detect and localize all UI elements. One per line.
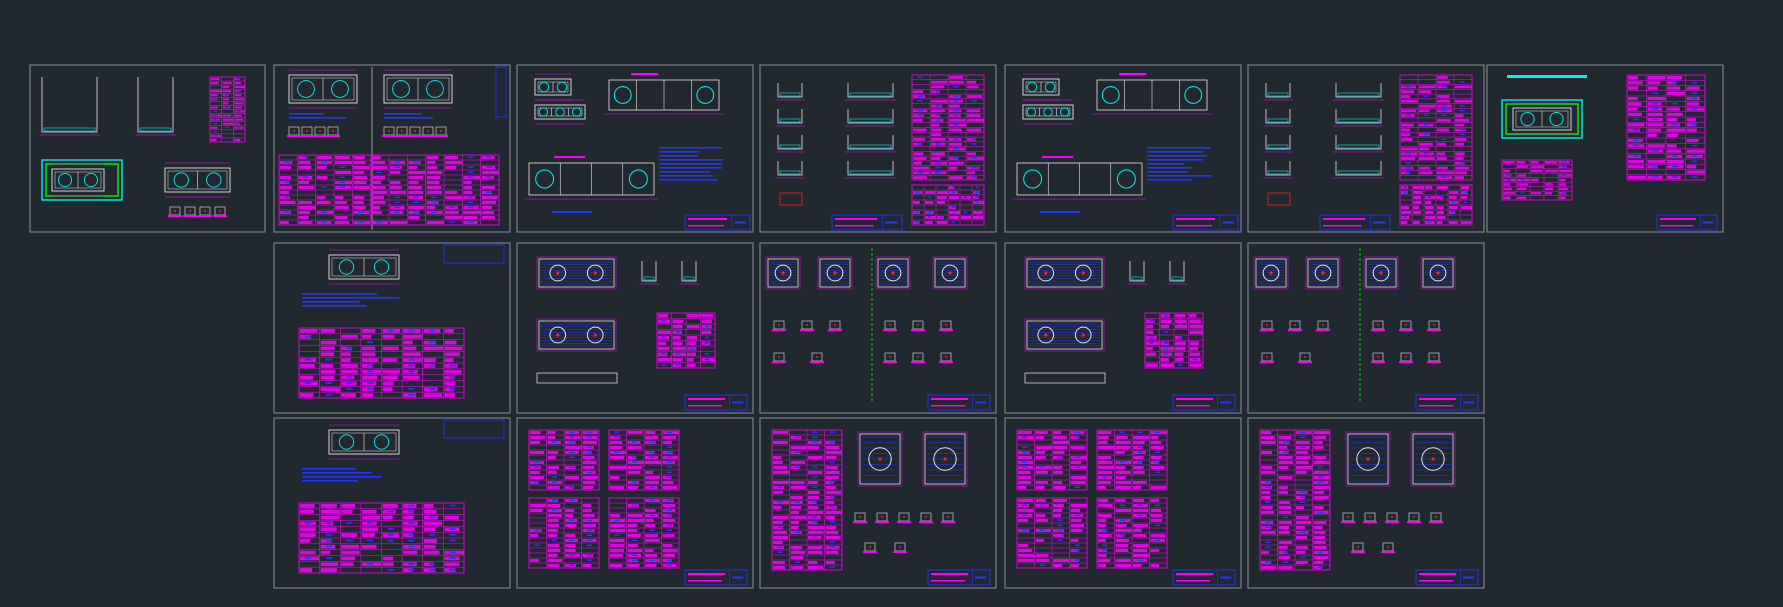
sheet-r2-c3[interactable] bbox=[516, 242, 754, 414]
sheet-frame bbox=[516, 242, 754, 414]
sheet-frame bbox=[1004, 242, 1242, 414]
sheet-r3-c4[interactable] bbox=[759, 417, 997, 589]
detail-a bbox=[765, 256, 801, 290]
detail-b bbox=[1305, 256, 1341, 290]
reinforcement-plan-1 bbox=[536, 256, 617, 290]
detail-d bbox=[1420, 256, 1456, 290]
sheet-r3-c2[interactable] bbox=[273, 417, 511, 589]
cad-model-space-canvas[interactable] bbox=[0, 0, 1783, 607]
sheet-r3-c5[interactable] bbox=[1004, 417, 1242, 589]
sheet-r2-c6[interactable] bbox=[1247, 242, 1485, 414]
reinforcement-table bbox=[656, 312, 716, 369]
sheet-r2-c5[interactable] bbox=[1004, 242, 1242, 414]
box-plan bbox=[328, 424, 400, 460]
sheet-r1-c5[interactable] bbox=[1004, 64, 1242, 233]
sheet-r3-c6[interactable] bbox=[1247, 417, 1485, 589]
box-plan bbox=[328, 249, 400, 285]
sheet-r1-c4[interactable] bbox=[759, 64, 997, 233]
drawing-sheets-layer bbox=[29, 64, 1724, 589]
reinforcement-plan-2 bbox=[1024, 318, 1105, 352]
reinforcement-plan-2 bbox=[536, 318, 617, 352]
sheet-r1-c2[interactable] bbox=[273, 64, 511, 233]
reinforcement-plan-1 bbox=[1024, 256, 1105, 290]
detail-b bbox=[817, 256, 853, 290]
sheet-r1-c1[interactable] bbox=[29, 64, 266, 233]
sheet-frame bbox=[1247, 64, 1485, 233]
sheet-r2-c2[interactable] bbox=[273, 242, 511, 414]
sheet-frame bbox=[29, 64, 266, 233]
detail-c bbox=[875, 256, 911, 290]
sheet-r3-c3[interactable] bbox=[516, 417, 754, 589]
detail-a bbox=[1253, 256, 1289, 290]
detail-d bbox=[932, 256, 968, 290]
detail-c bbox=[1363, 256, 1399, 290]
sheet-r1-c3[interactable] bbox=[516, 64, 754, 233]
quantity-table bbox=[1626, 74, 1706, 181]
sheet-r1-c6[interactable] bbox=[1247, 64, 1485, 233]
sheet-r1-c7[interactable] bbox=[1486, 64, 1724, 233]
rebar-table-1 bbox=[1016, 429, 1088, 491]
sheet-r2-c4[interactable] bbox=[759, 242, 997, 414]
